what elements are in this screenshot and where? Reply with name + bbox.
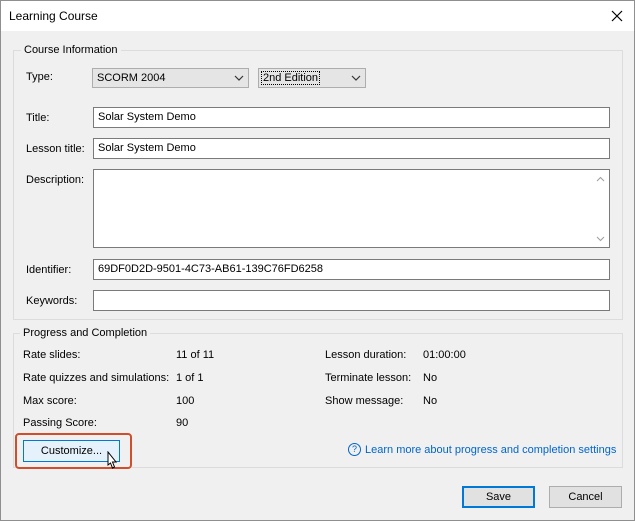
- edition-select[interactable]: 2nd Edition: [258, 68, 366, 88]
- save-button[interactable]: Save: [462, 486, 535, 508]
- close-icon: [611, 10, 623, 22]
- type-label: Type:: [26, 71, 53, 83]
- scroll-down-button[interactable]: [592, 230, 609, 247]
- passing-score-value: 90: [176, 417, 189, 429]
- progress-completion-legend: Progress and Completion: [20, 327, 151, 339]
- terminate-lesson-label: Terminate lesson:: [325, 372, 412, 384]
- type-select-value: SCORM 2004: [97, 72, 166, 84]
- show-message-label: Show message:: [325, 395, 404, 407]
- terminate-lesson-value: No: [423, 372, 438, 384]
- max-score-value: 100: [176, 395, 195, 407]
- edition-select-value: 2nd Edition: [261, 71, 321, 85]
- max-score-label: Max score:: [23, 395, 77, 407]
- identifier-field-value: 69DF0D2D-9501-4C73-AB61-139C76FD6258: [98, 263, 324, 275]
- title-field-value: Solar System Demo: [98, 111, 196, 123]
- learn-more-link[interactable]: ? Learn more about progress and completi…: [348, 443, 616, 456]
- scroll-up-button[interactable]: [592, 170, 609, 187]
- chevron-up-icon: [596, 176, 605, 181]
- lesson-title-label: Lesson title:: [26, 143, 85, 155]
- learning-course-dialog: Learning Course Course Information Type:…: [0, 0, 635, 521]
- title-bar: Learning Course: [1, 1, 634, 31]
- lesson-title-field[interactable]: Solar System Demo: [93, 138, 610, 159]
- chevron-down-icon: [351, 75, 361, 81]
- rate-quizzes-label: Rate quizzes and simulations:: [23, 372, 170, 384]
- cancel-button[interactable]: Cancel: [549, 486, 622, 508]
- window-title: Learning Course: [9, 9, 98, 23]
- learn-more-link-label: Learn more about progress and completion…: [365, 443, 617, 456]
- description-scrollbar[interactable]: [592, 170, 609, 247]
- keywords-label: Keywords:: [26, 295, 78, 307]
- type-select[interactable]: SCORM 2004: [92, 68, 249, 88]
- chevron-down-icon: [234, 75, 244, 81]
- lesson-title-field-value: Solar System Demo: [98, 142, 196, 154]
- keywords-field[interactable]: [93, 290, 610, 311]
- rate-quizzes-value: 1 of 1: [176, 372, 204, 384]
- description-field[interactable]: [93, 169, 610, 248]
- description-label: Description:: [26, 174, 85, 186]
- title-field[interactable]: Solar System Demo: [93, 107, 610, 128]
- rate-slides-label: Rate slides:: [23, 349, 81, 361]
- close-button[interactable]: [604, 3, 630, 29]
- mouse-cursor-icon: [107, 451, 118, 469]
- lesson-duration-label: Lesson duration:: [325, 349, 407, 361]
- lesson-duration-value: 01:00:00: [423, 349, 466, 361]
- identifier-field[interactable]: 69DF0D2D-9501-4C73-AB61-139C76FD6258: [93, 259, 610, 280]
- identifier-label: Identifier:: [26, 264, 72, 276]
- help-icon: ?: [348, 443, 361, 456]
- chevron-down-icon: [596, 236, 605, 241]
- course-information-legend: Course Information: [21, 44, 121, 56]
- passing-score-label: Passing Score:: [23, 417, 97, 429]
- rate-slides-value: 11 of 11: [176, 349, 215, 361]
- show-message-value: No: [423, 395, 438, 407]
- title-label: Title:: [26, 112, 50, 124]
